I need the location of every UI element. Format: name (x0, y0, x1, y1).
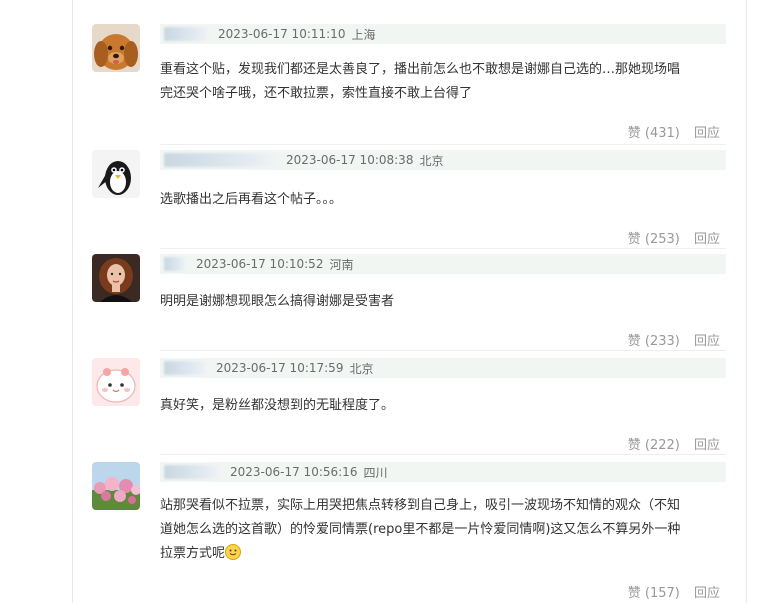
comment-divider (160, 350, 726, 351)
comment-text-line: 重看这个贴，发现我们都还是太善良了，播出前怎么也不敢想是谢娜自己选的…那她现场唱 (160, 62, 681, 77)
comment-time: 2023-06-17 10:17:59 (216, 361, 344, 375)
comment-text-line: 选歌播出之后再看这个帖子。。。 (160, 192, 343, 207)
dog-avatar[interactable] (92, 24, 140, 72)
like-button[interactable]: 赞 (431) (628, 126, 680, 141)
comment-text-line: 道她怎么选的这首歌）的怜爱同情票(repo里不都是一片怜爱同情啊)这又怎么不算另… (160, 522, 681, 537)
like-button[interactable]: 赞 (253) (628, 232, 680, 247)
comment-location: 北京 (419, 153, 444, 168)
right-border (746, 0, 747, 603)
comment-text-line: 真好笑，是粉丝都没想到的无耻程度了。 (160, 398, 395, 413)
comment-meta: 2023-06-17 10:56:16 四川 (160, 462, 726, 482)
reply-button[interactable]: 回应 (694, 126, 720, 141)
comment-actions: 赞 (253) 回应 (628, 228, 720, 247)
comment-actions: 赞 (222) 回应 (628, 434, 720, 453)
comment-text-line: 完还哭个啥子哦，还不敢拉票，索性直接不敢上台得了 (160, 86, 473, 101)
comment-text: 重看这个贴，发现我们都还是太善良了，播出前怎么也不敢想是谢娜自己选的…那她现场唱… (160, 58, 720, 106)
woman-avatar[interactable] (92, 254, 140, 302)
smile-emoji-icon (225, 544, 242, 560)
comment-actions: 赞 (233) 回应 (628, 330, 720, 349)
comment-text: 明明是谢娜想现眼怎么搞得谢娜是受害者 (160, 290, 720, 314)
comment-time: 2023-06-17 10:08:38 (286, 153, 414, 167)
comment-text: 真好笑，是粉丝都没想到的无耻程度了。 (160, 394, 720, 418)
comment-time: 2023-06-17 10:11:10 (218, 27, 346, 41)
comment-item: 2023-06-17 10:17:59 北京 真好笑，是粉丝都没想到的无耻程度了… (92, 358, 726, 455)
comment-text-line: 站那哭看似不拉票，实际上用哭把焦点转移到自己身上，吸引一波现场不知情的观众（不知 (160, 498, 681, 513)
comment-divider (160, 248, 726, 249)
pink-cartoon-avatar[interactable] (92, 358, 140, 406)
comment-meta: 2023-06-17 10:11:10 上海 (160, 24, 726, 44)
flowers-avatar[interactable] (92, 462, 140, 510)
username-blurred[interactable] (164, 361, 206, 375)
penguin-avatar[interactable] (92, 150, 140, 198)
like-button[interactable]: 赞 (157) (628, 586, 680, 601)
comment-item: 2023-06-17 10:10:52 河南 明明是谢娜想现眼怎么搞得谢娜是受害… (92, 254, 726, 351)
comment-text: 选歌播出之后再看这个帖子。。。 (160, 188, 720, 212)
comment-divider (160, 144, 726, 145)
comment-location: 四川 (363, 465, 388, 480)
reply-button[interactable]: 回应 (694, 438, 720, 453)
comment-item: 2023-06-17 10:56:16 四川 站那哭看似不拉票，实际上用哭把焦点… (92, 462, 726, 603)
username-blurred[interactable] (164, 257, 186, 271)
username-blurred[interactable] (164, 153, 276, 167)
comment-text-line: 明明是谢娜想现眼怎么搞得谢娜是受害者 (160, 294, 395, 309)
comment-item: 2023-06-17 10:08:38 北京 选歌播出之后再看这个帖子。。。 赞… (92, 150, 726, 249)
comment-location: 河南 (329, 257, 354, 272)
reply-button[interactable]: 回应 (694, 232, 720, 247)
comment-divider (160, 454, 726, 455)
comment-location: 北京 (349, 361, 374, 376)
comment-text: 站那哭看似不拉票，实际上用哭把焦点转移到自己身上，吸引一波现场不知情的观众（不知… (160, 494, 720, 566)
comment-text-line-last: 拉票方式呢 (160, 542, 720, 566)
comment-meta: 2023-06-17 10:08:38 北京 (160, 150, 726, 170)
comment-meta: 2023-06-17 10:17:59 北京 (160, 358, 726, 378)
comment-time: 2023-06-17 10:56:16 (230, 465, 358, 479)
reply-button[interactable]: 回应 (694, 586, 720, 601)
left-border (72, 0, 73, 603)
like-button[interactable]: 赞 (233) (628, 334, 680, 349)
comment-meta: 2023-06-17 10:10:52 河南 (160, 254, 726, 274)
comment-actions: 赞 (431) 回应 (628, 122, 720, 141)
comment-actions: 赞 (157) 回应 (628, 582, 720, 601)
comment-item: 2023-06-17 10:11:10 上海 重看这个贴，发现我们都还是太善良了… (92, 24, 726, 145)
comment-time: 2023-06-17 10:10:52 (196, 257, 324, 271)
comment-text-line: 拉票方式呢 (160, 546, 226, 561)
username-blurred[interactable] (164, 27, 208, 41)
username-blurred[interactable] (164, 465, 220, 479)
reply-button[interactable]: 回应 (694, 334, 720, 349)
comment-location: 上海 (351, 27, 376, 42)
like-button[interactable]: 赞 (222) (628, 438, 680, 453)
